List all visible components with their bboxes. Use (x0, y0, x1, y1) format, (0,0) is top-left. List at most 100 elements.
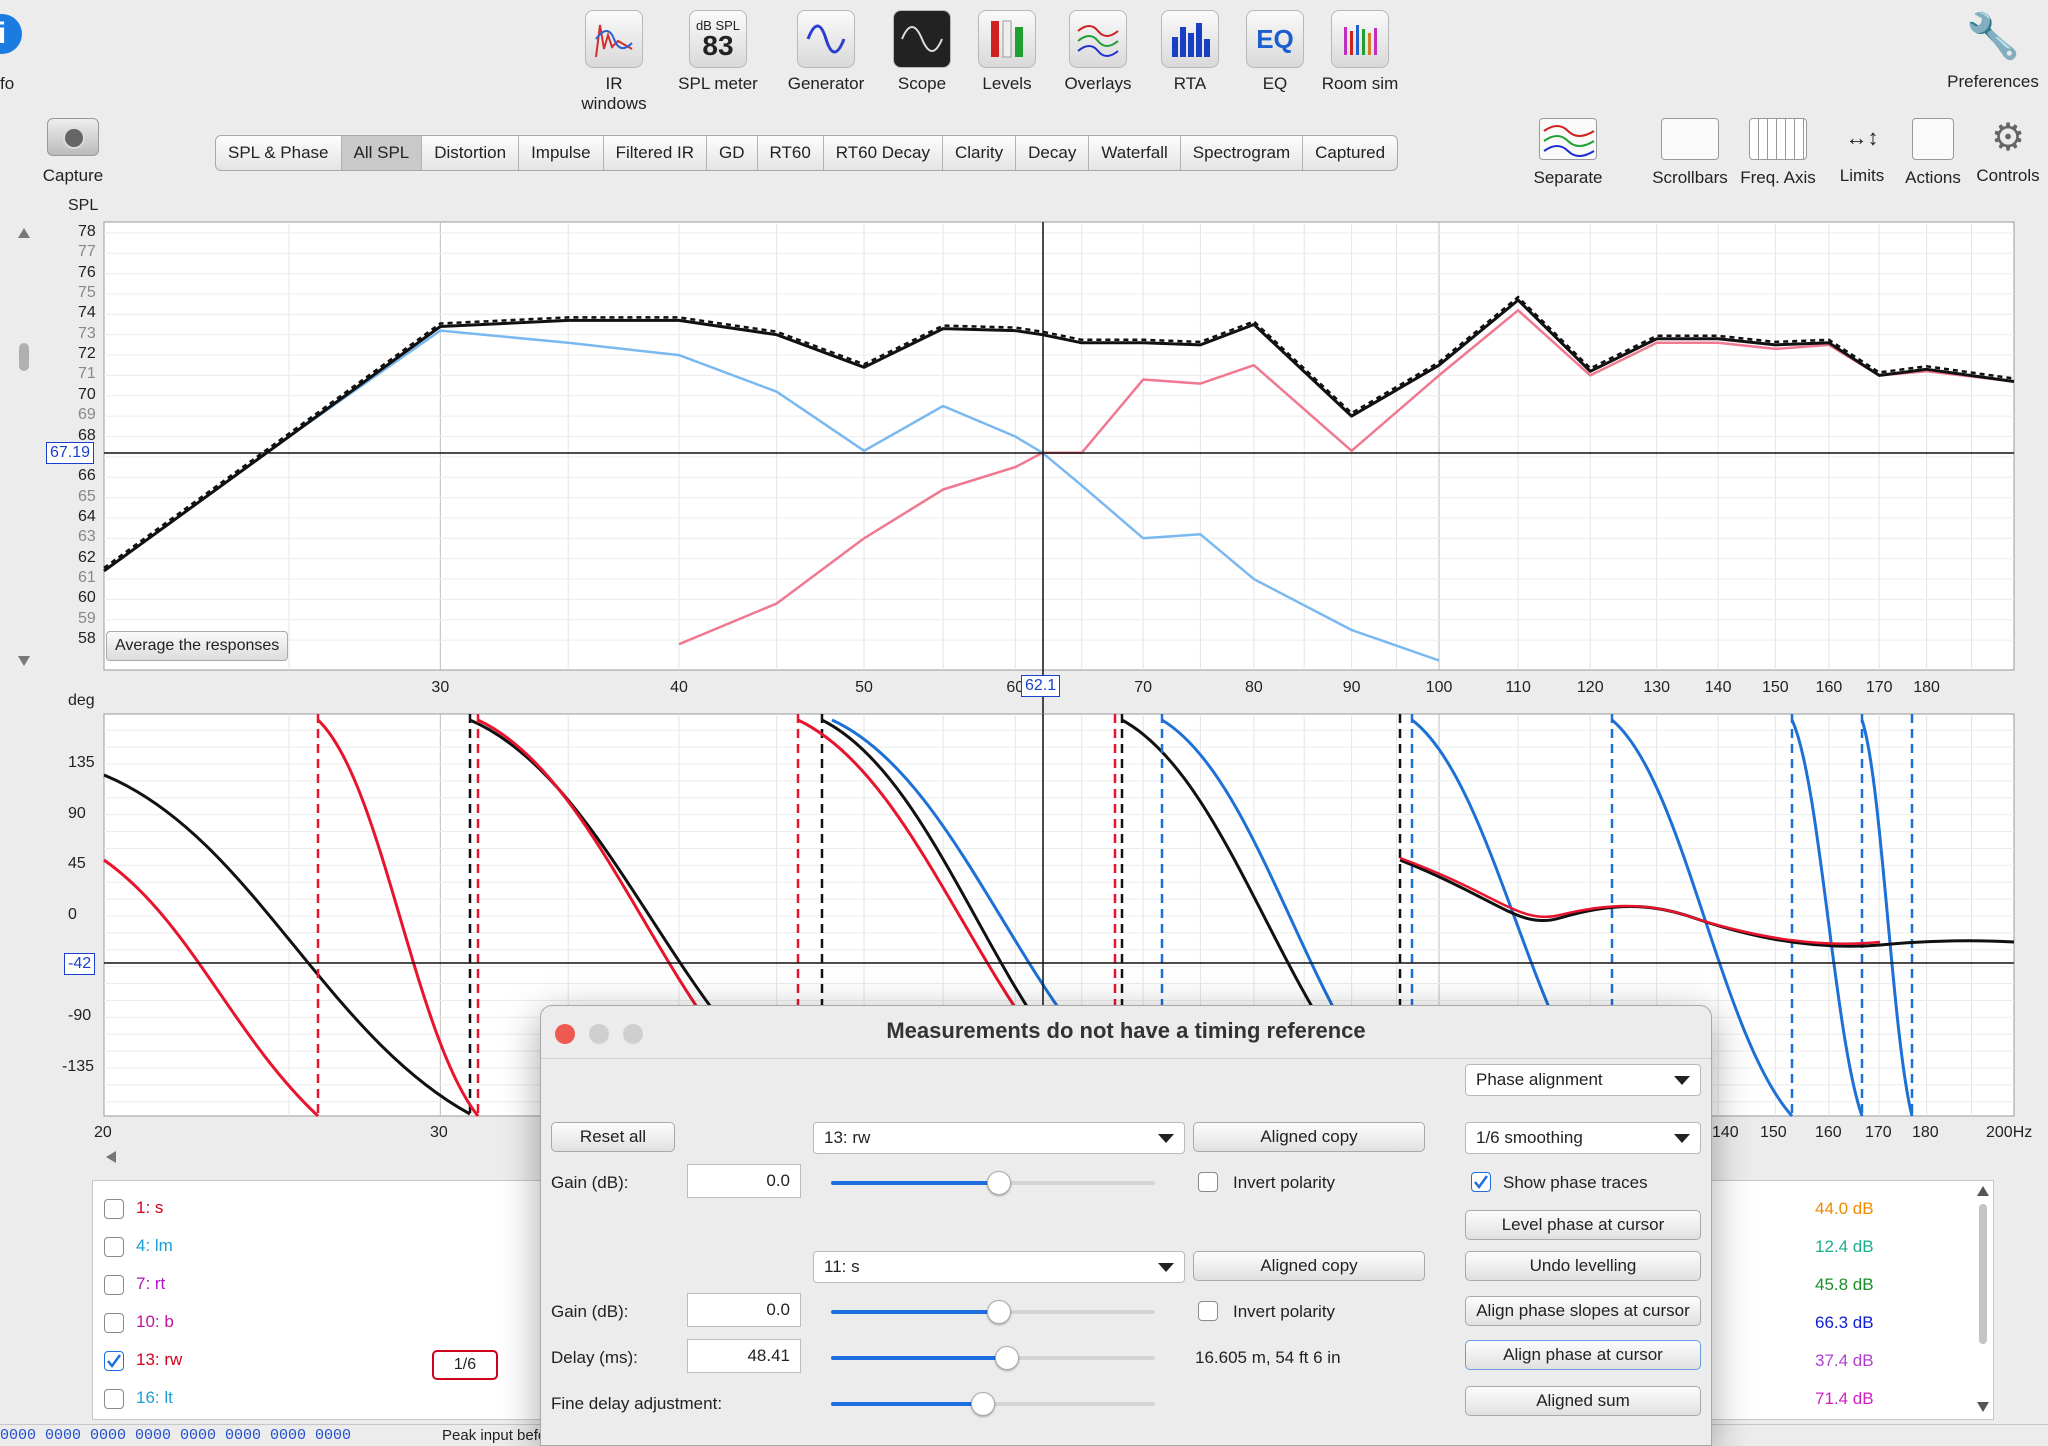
measurement-label: 13: rw (136, 1350, 183, 1369)
measurement-level: 44.0 dB (1815, 1199, 1874, 1218)
smoothing-badge[interactable]: 1/6 (432, 1350, 498, 1380)
level-phase-button[interactable]: Level phase at cursor (1465, 1210, 1701, 1240)
phase-cursor-readout: -42 (64, 953, 96, 975)
spl-plot-area (103, 221, 2015, 671)
delay-field[interactable]: 48.41 (687, 1339, 801, 1373)
dialog-divider (541, 1058, 1711, 1059)
phase-xtick-180: 180 (1912, 1124, 1939, 1141)
phase-xtick-170: 170 (1865, 1124, 1892, 1141)
phase-xtick-20: 20 (94, 1124, 112, 1141)
phase-xtick-30: 30 (430, 1124, 448, 1141)
freq-cursor-readout: 62.1 (1021, 675, 1061, 697)
status-hex: 0000 0000 0000 0000 0000 0000 0000 0000 (0, 1427, 352, 1444)
list-scroll-down-icon[interactable] (1977, 1402, 1989, 1412)
undo-levelling-button[interactable]: Undo levelling (1465, 1251, 1701, 1281)
measurement-checkbox[interactable] (104, 1274, 124, 1295)
spl-xtick-label: 70 (1134, 679, 1152, 696)
phase-xtick-150: 150 (1760, 1124, 1787, 1141)
measurement-level: 71.4 dB (1815, 1389, 1874, 1408)
phase-ytick-label: 45 (68, 855, 86, 873)
show-phase-traces-checkbox[interactable] (1471, 1172, 1491, 1192)
spl-xtick-label: 130 (1643, 679, 1670, 696)
spl-xtick-label: 110 (1505, 679, 1531, 696)
measurement-row[interactable]: 16: lt (104, 1388, 173, 1409)
invert-polarity-a-label: Invert polarity (1233, 1173, 1336, 1192)
smoothing-select[interactable]: 1/6 smoothing (1465, 1122, 1701, 1154)
spl-xtick-label: 90 (1343, 679, 1361, 696)
spl-xtick-label: 80 (1245, 679, 1263, 696)
measurement-checkbox[interactable] (104, 1236, 124, 1257)
measurement-level: 45.8 dB (1815, 1275, 1874, 1294)
alignment-dialog: Measurements do not have a timing refere… (540, 1005, 1712, 1446)
measurement-row[interactable]: 1: s (104, 1198, 163, 1219)
dialog-title: Measurements do not have a timing refere… (886, 1018, 1366, 1043)
gain-a-label: Gain (dB): (551, 1173, 629, 1192)
align-phase-button[interactable]: Align phase at cursor (1465, 1340, 1701, 1370)
fine-delay-slider[interactable] (831, 1392, 1155, 1416)
list-scroll-up-icon[interactable] (1977, 1186, 1989, 1196)
measurement-row[interactable]: 10: b (104, 1312, 174, 1333)
fine-delay-label: Fine delay adjustment: (551, 1394, 723, 1413)
phase-ytick-label: -135 (62, 1058, 95, 1075)
measurement-row[interactable]: 4: lm (104, 1236, 173, 1257)
measurement-label: 10: b (136, 1312, 174, 1331)
phase-xtick-140: 140 (1712, 1124, 1739, 1141)
phase-axis-title: deg (68, 692, 95, 709)
measurement-level: 37.4 dB (1815, 1351, 1874, 1370)
measurement-row[interactable]: 7: rt (104, 1274, 165, 1295)
phase-ytick-label: 0 (68, 906, 77, 923)
aligned-sum-button[interactable]: Aligned sum (1465, 1386, 1701, 1416)
chevron-down-icon (1158, 1263, 1174, 1272)
gain-a-field[interactable]: 0.0 (687, 1164, 801, 1198)
delay-label: Delay (ms): (551, 1348, 638, 1367)
spl-xtick-label: 140 (1705, 679, 1732, 696)
spl-xtick-label: 160 (1816, 679, 1843, 696)
list-scrollbar[interactable] (1975, 1182, 1991, 1416)
invert-polarity-b-checkbox[interactable] (1198, 1301, 1218, 1321)
spl-xtick-label: 150 (1762, 679, 1789, 696)
spl-xtick-label: 120 (1577, 679, 1604, 696)
gain-b-label: Gain (dB): (551, 1302, 629, 1321)
aligned-copy-a-button[interactable]: Aligned copy (1193, 1122, 1425, 1152)
reset-all-button[interactable]: Reset all (551, 1122, 675, 1152)
measurement-label: 16: lt (136, 1388, 173, 1407)
measurement-row[interactable]: 13: rw (104, 1350, 182, 1371)
align-phase-slopes-button[interactable]: Align phase slopes at cursor (1465, 1296, 1701, 1326)
delay-slider[interactable] (831, 1346, 1155, 1370)
measurement-label: 1: s (136, 1198, 164, 1217)
phase-ytick-label: 135 (68, 754, 95, 771)
spl-xtick-label: 40 (670, 679, 688, 696)
spl-cursor-readout: 67.19 (46, 442, 95, 464)
phase-xtick-200hz: 200Hz (1986, 1124, 2033, 1141)
measurement-label: 7: rt (136, 1274, 166, 1293)
average-responses-button[interactable]: Average the responses (106, 631, 289, 661)
spl-xticks: 30 40 50 60 70 80 90 100 110 120 130 140 150 160 170 18… (431, 679, 1940, 696)
measurement-label: 4: lm (136, 1236, 173, 1255)
chevron-down-icon (1158, 1134, 1174, 1143)
gain-b-slider[interactable] (831, 1300, 1155, 1324)
spl-xtick-label: 180 (1913, 679, 1940, 696)
measurement-checkbox[interactable] (104, 1312, 124, 1333)
phase-ytick-label: -90 (68, 1007, 92, 1025)
gain-b-field[interactable]: 0.0 (687, 1293, 801, 1327)
chevron-down-icon (1674, 1076, 1690, 1085)
aligned-copy-b-button[interactable]: Aligned copy (1193, 1251, 1425, 1281)
delay-distance: 16.605 m, 54 ft 6 in (1195, 1348, 1341, 1367)
phase-ytick-label: 90 (68, 804, 86, 822)
spl-xtick-label: 50 (855, 679, 873, 696)
phase-alignment-select[interactable]: Phase alignment (1465, 1064, 1701, 1096)
measurement-checkbox[interactable] (104, 1198, 124, 1219)
invert-polarity-b-label: Invert polarity (1233, 1302, 1336, 1321)
invert-polarity-a-checkbox[interactable] (1198, 1172, 1218, 1192)
spl-xtick-label: 170 (1866, 679, 1893, 696)
phase-xtick-160: 160 (1815, 1124, 1842, 1141)
measurement-checkbox[interactable] (104, 1350, 124, 1371)
scroll-left-icon[interactable] (106, 1151, 116, 1163)
measurement-checkbox[interactable] (104, 1388, 124, 1409)
list-scroll-thumb[interactable] (1979, 1204, 1987, 1344)
measurement-level: 12.4 dB (1815, 1237, 1874, 1256)
gain-a-slider[interactable] (831, 1171, 1155, 1195)
measurement-a-select[interactable]: 13: rw (813, 1122, 1185, 1154)
chevron-down-icon (1674, 1134, 1690, 1143)
measurement-b-select[interactable]: 11: s (813, 1251, 1185, 1283)
